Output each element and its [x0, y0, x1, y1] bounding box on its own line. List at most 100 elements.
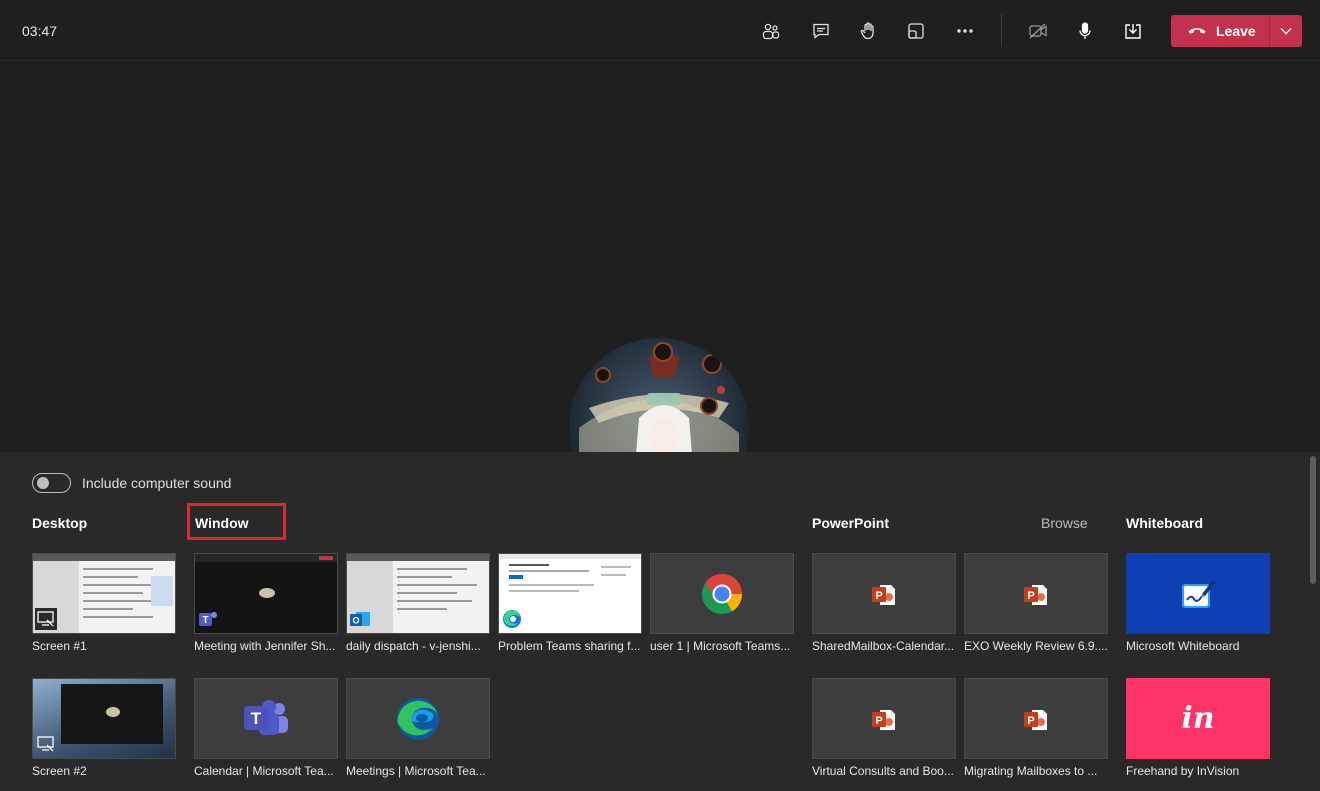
- window-calendar-thumbnail: T: [194, 678, 338, 759]
- people-button[interactable]: [755, 15, 787, 47]
- window-problem-teams-thumbnail: [498, 553, 642, 634]
- freehand-invision-label: Freehand by InVision: [1126, 764, 1240, 778]
- whiteboard-icon: [1182, 579, 1216, 608]
- mic-toggle-button[interactable]: [1069, 15, 1101, 47]
- window-daily-dispatch-thumbnail: O: [346, 553, 490, 634]
- monitor-icon: [35, 608, 57, 630]
- window-calendar-label: Calendar | Microsoft Tea...: [194, 764, 334, 778]
- share-tile-microsoft-whiteboard[interactable]: Microsoft Whiteboard: [1126, 553, 1270, 653]
- ppt-exo-weekly-thumbnail: P: [964, 553, 1108, 634]
- ppt-virtual-consults-thumbnail: P: [812, 678, 956, 759]
- more-actions-button[interactable]: [949, 15, 981, 47]
- teams-icon: T: [244, 699, 288, 735]
- teams-icon: T: [199, 612, 217, 626]
- freehand-invision-thumbnail: in: [1126, 678, 1270, 759]
- share-tile-ppt-shared-mailbox[interactable]: P SharedMailbox-Calendar...: [812, 553, 956, 653]
- raise-hand-icon: [860, 22, 874, 40]
- svg-text:P: P: [875, 590, 882, 602]
- chrome-icon: [702, 573, 742, 614]
- leave-button[interactable]: Leave: [1171, 15, 1269, 47]
- ppt-shared-mailbox-label: SharedMailbox-Calendar...: [812, 639, 955, 653]
- svg-text:P: P: [1027, 715, 1034, 727]
- edge-icon: [397, 697, 439, 740]
- screen-1-thumbnail: [32, 553, 176, 634]
- meeting-stage: [0, 61, 1320, 452]
- share-tray-button[interactable]: [1117, 15, 1149, 47]
- window-daily-dispatch-label: daily dispatch - v-jenshi...: [346, 639, 481, 653]
- share-tile-window-calendar[interactable]: T Calendar | Microsoft Tea...: [194, 678, 338, 778]
- breakout-rooms-button[interactable]: [900, 15, 932, 47]
- ppt-shared-mailbox-thumbnail: P: [812, 553, 956, 634]
- microsoft-whiteboard-thumbnail: [1126, 553, 1270, 634]
- outlook-icon: O: [350, 612, 370, 626]
- powerpoint-icon: P: [1024, 585, 1047, 605]
- meeting-timer: 03:47: [22, 23, 58, 39]
- powerpoint-icon: P: [872, 710, 895, 730]
- include-sound-label: Include computer sound: [82, 475, 232, 491]
- window-meetings-label: Meetings | Microsoft Tea...: [346, 764, 486, 778]
- share-tile-window-meeting[interactable]: T Meeting with Jennifer Sh...: [194, 553, 338, 653]
- participant-avatar[interactable]: [569, 338, 749, 452]
- people-icon: [762, 23, 780, 40]
- toolbar-divider: [1001, 14, 1002, 47]
- leave-label: Leave: [1216, 23, 1256, 39]
- share-tile-window-daily-dispatch[interactable]: O daily dispatch - v-jenshi...: [346, 553, 490, 653]
- share-tile-freehand-invision[interactable]: in Freehand by InVision: [1126, 678, 1270, 778]
- share-tile-screen-1[interactable]: Screen #1: [32, 553, 176, 653]
- powerpoint-icon: P: [872, 585, 895, 605]
- camera-toggle-button[interactable]: [1022, 15, 1054, 47]
- share-tile-window-meetings[interactable]: Meetings | Microsoft Tea...: [346, 678, 490, 778]
- svg-text:T: T: [251, 709, 262, 728]
- edge-icon: [503, 610, 521, 628]
- invision-logo: in: [1181, 701, 1215, 736]
- leave-options-dropdown[interactable]: [1270, 15, 1302, 47]
- svg-text:T: T: [202, 615, 208, 626]
- ppt-virtual-consults-label: Virtual Consults and Boo...: [812, 764, 954, 778]
- powerpoint-icon: P: [1024, 710, 1047, 730]
- window-meetings-thumbnail: [346, 678, 490, 759]
- mic-icon: [1079, 22, 1091, 39]
- svg-text:P: P: [1027, 590, 1034, 602]
- window-user1-teams-label: user 1 | Microsoft Teams...: [650, 639, 791, 653]
- include-sound-toggle[interactable]: [32, 473, 71, 493]
- window-highlight-box: [187, 503, 286, 540]
- camera-off-icon: [1029, 23, 1047, 39]
- chevron-down-icon: [1280, 28, 1292, 35]
- window-meeting-thumbnail: T: [194, 553, 338, 634]
- chat-button[interactable]: [805, 15, 837, 47]
- include-sound-row: Include computer sound: [32, 473, 231, 493]
- window-meeting-label: Meeting with Jennifer Sh...: [194, 639, 336, 653]
- tray-scrollbar[interactable]: [1310, 456, 1316, 584]
- phone-hangup-icon: [1188, 28, 1206, 34]
- chat-icon: [813, 23, 829, 39]
- window-problem-teams-label: Problem Teams sharing f...: [498, 639, 641, 653]
- share-tray-icon: [1125, 24, 1141, 39]
- share-tile-window-problem-teams[interactable]: Problem Teams sharing f...: [498, 553, 642, 653]
- microsoft-whiteboard-label: Microsoft Whiteboard: [1126, 639, 1240, 653]
- whiteboard-section-title: Whiteboard: [1126, 515, 1203, 531]
- share-content-tray: Include computer sound Desktop Window Po…: [0, 452, 1320, 791]
- ppt-migrating-mailboxes-thumbnail: P: [964, 678, 1108, 759]
- screen-2-label: Screen #2: [32, 764, 87, 778]
- rooms-icon: [908, 23, 924, 39]
- desktop-section-title: Desktop: [32, 515, 88, 531]
- ppt-exo-weekly-label: EXO Weekly Review 6.9....: [964, 639, 1108, 653]
- screen-1-label: Screen #1: [32, 639, 87, 653]
- browse-link[interactable]: Browse: [1041, 515, 1088, 531]
- powerpoint-section-title: PowerPoint: [812, 515, 890, 531]
- monitor-icon: [37, 736, 54, 752]
- svg-text:P: P: [875, 715, 882, 727]
- share-tile-screen-2[interactable]: Screen #2: [32, 678, 176, 778]
- screen-2-thumbnail: [32, 678, 176, 759]
- more-icon: [957, 29, 973, 33]
- share-tile-window-user1-teams[interactable]: user 1 | Microsoft Teams...: [650, 553, 794, 653]
- meeting-toolbar: 03:47 Leave: [0, 0, 1320, 61]
- share-tile-ppt-virtual-consults[interactable]: P Virtual Consults and Boo...: [812, 678, 956, 778]
- raise-hand-button[interactable]: [852, 15, 884, 47]
- ppt-migrating-mailboxes-label: Migrating Mailboxes to ...: [964, 764, 1098, 778]
- svg-text:O: O: [352, 616, 359, 626]
- leave-button-group: Leave: [1171, 15, 1302, 47]
- window-user1-teams-thumbnail: [650, 553, 794, 634]
- share-tile-ppt-exo-weekly[interactable]: P EXO Weekly Review 6.9....: [964, 553, 1108, 653]
- share-tile-ppt-migrating-mailboxes[interactable]: P Migrating Mailboxes to ...: [964, 678, 1108, 778]
